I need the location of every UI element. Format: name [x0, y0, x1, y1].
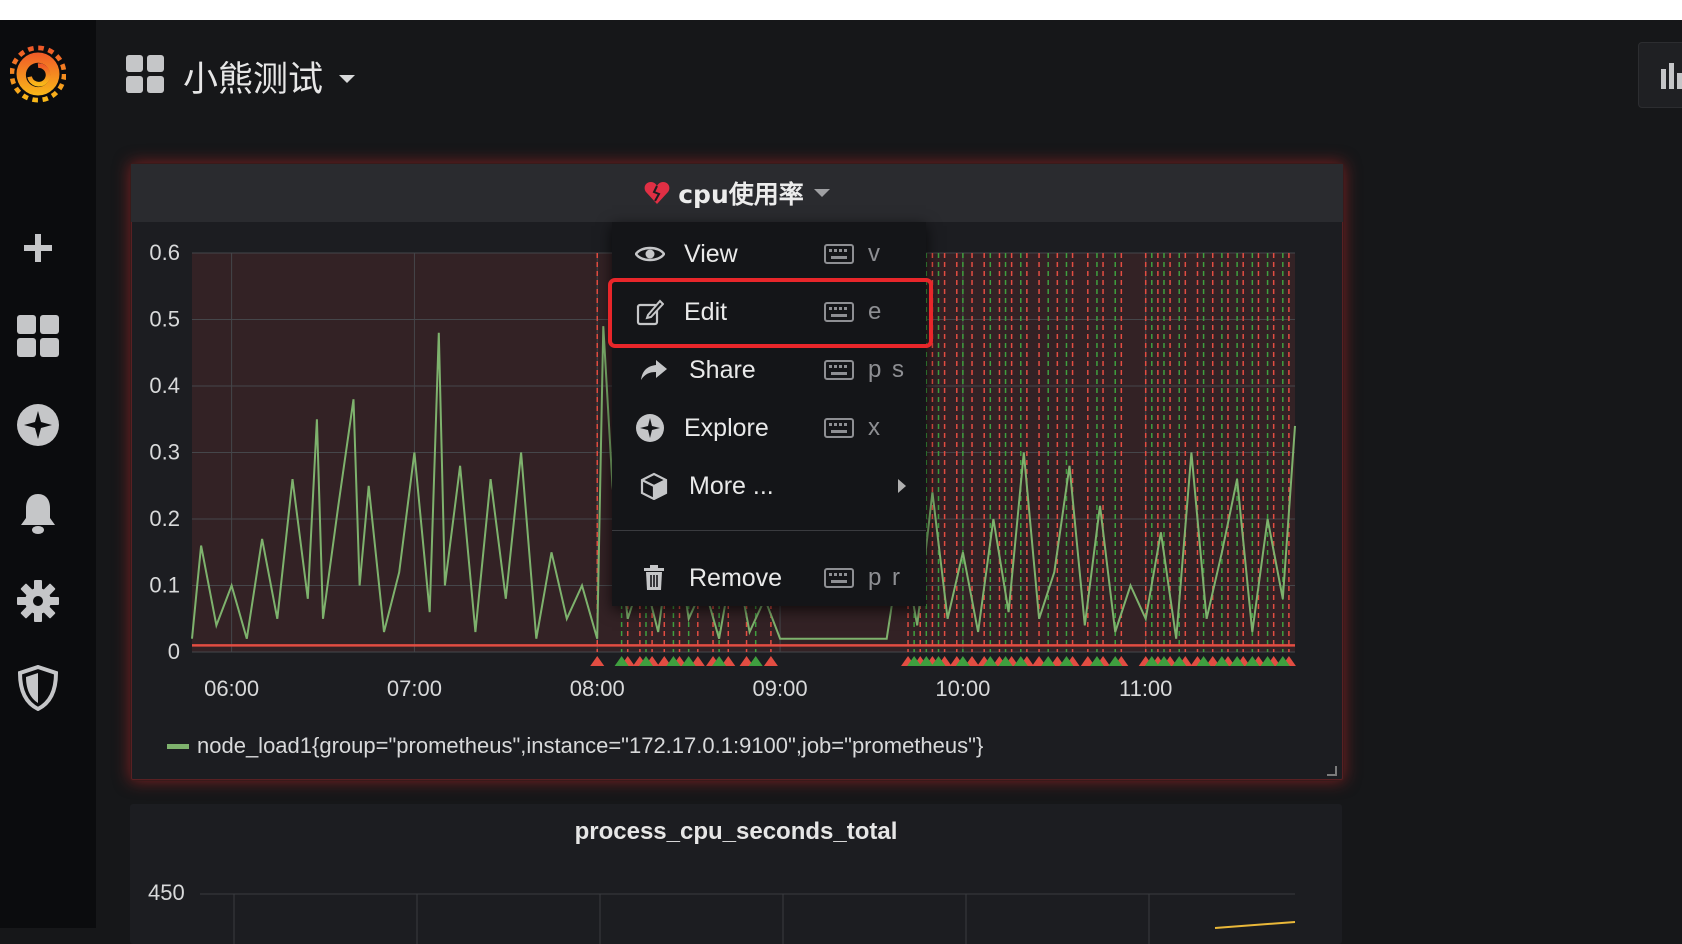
ok-annotation-marker — [748, 656, 763, 666]
keyboard-icon — [824, 244, 854, 264]
keyboard-icon — [824, 418, 854, 438]
menu-shortcut: p s — [868, 356, 907, 383]
ok-annotation-marker — [1041, 656, 1056, 666]
submenu-arrow-icon — [898, 479, 906, 493]
keyboard-icon — [824, 302, 854, 322]
y-tick-label: 0.4 — [149, 373, 180, 398]
series-line — [1214, 921, 1296, 929]
menu-item-remove[interactable]: Remove p r — [612, 553, 926, 603]
menu-label: Share — [689, 355, 756, 384]
keyboard-icon — [824, 568, 854, 588]
menu-label: View — [684, 239, 738, 268]
share-icon — [638, 354, 670, 386]
x-tick-label: 08:00 — [570, 676, 625, 701]
ok-annotation-marker — [681, 656, 696, 666]
panel-context-menu: View v Edit e Share p s Explore x More .… — [612, 222, 926, 606]
graph-panel-process-cpu[interactable]: process_cpu_seconds_total 450 — [130, 804, 1342, 944]
alert-annotation-marker — [763, 656, 778, 666]
x-tick-label: 06:00 — [204, 676, 259, 701]
legend-series-label[interactable]: node_load1{group="prometheus",instance="… — [197, 733, 983, 759]
y-tick-label: 0.2 — [149, 506, 180, 531]
compass-icon — [634, 412, 666, 444]
cube-icon — [638, 470, 670, 502]
y-tick-label: 0.3 — [149, 440, 180, 465]
menu-label: Explore — [684, 413, 769, 442]
alert-annotation-marker — [590, 656, 605, 666]
menu-item-share[interactable]: Share p s — [612, 345, 926, 395]
menu-shortcut: p r — [868, 564, 903, 591]
eye-icon — [634, 238, 666, 270]
x-tick-label: 07:00 — [387, 676, 442, 701]
x-tick-label: 11:00 — [1119, 676, 1172, 701]
trash-icon — [638, 562, 670, 594]
menu-shortcut: v — [868, 240, 882, 267]
process-cpu-chart — [200, 893, 1296, 944]
y-tick-label: 0.1 — [149, 573, 180, 598]
x-tick-label: 10:00 — [935, 676, 990, 701]
keyboard-icon — [824, 360, 854, 380]
menu-label: Edit — [684, 297, 728, 326]
menu-item-view[interactable]: View v — [612, 229, 926, 279]
menu-label: Remove — [689, 563, 783, 592]
y-tick-label: 0 — [168, 639, 180, 664]
menu-item-explore[interactable]: Explore x — [612, 403, 926, 453]
panel-resize-handle[interactable] — [1327, 766, 1337, 776]
legend-swatch — [167, 743, 189, 749]
y-tick-label: 0.5 — [149, 307, 180, 332]
menu-shortcut: x — [868, 414, 882, 441]
menu-item-more[interactable]: More ... — [612, 461, 926, 511]
menu-label: More ... — [689, 471, 774, 500]
menu-item-edit[interactable]: Edit e — [612, 287, 926, 337]
chart-legend[interactable]: node_load1{group="prometheus",instance="… — [167, 733, 983, 759]
menu-divider — [612, 530, 926, 531]
menu-shortcut: e — [868, 298, 884, 325]
x-tick-label: 09:00 — [753, 676, 808, 701]
y-tick-label: 0.6 — [149, 240, 180, 265]
edit-icon — [634, 296, 666, 328]
